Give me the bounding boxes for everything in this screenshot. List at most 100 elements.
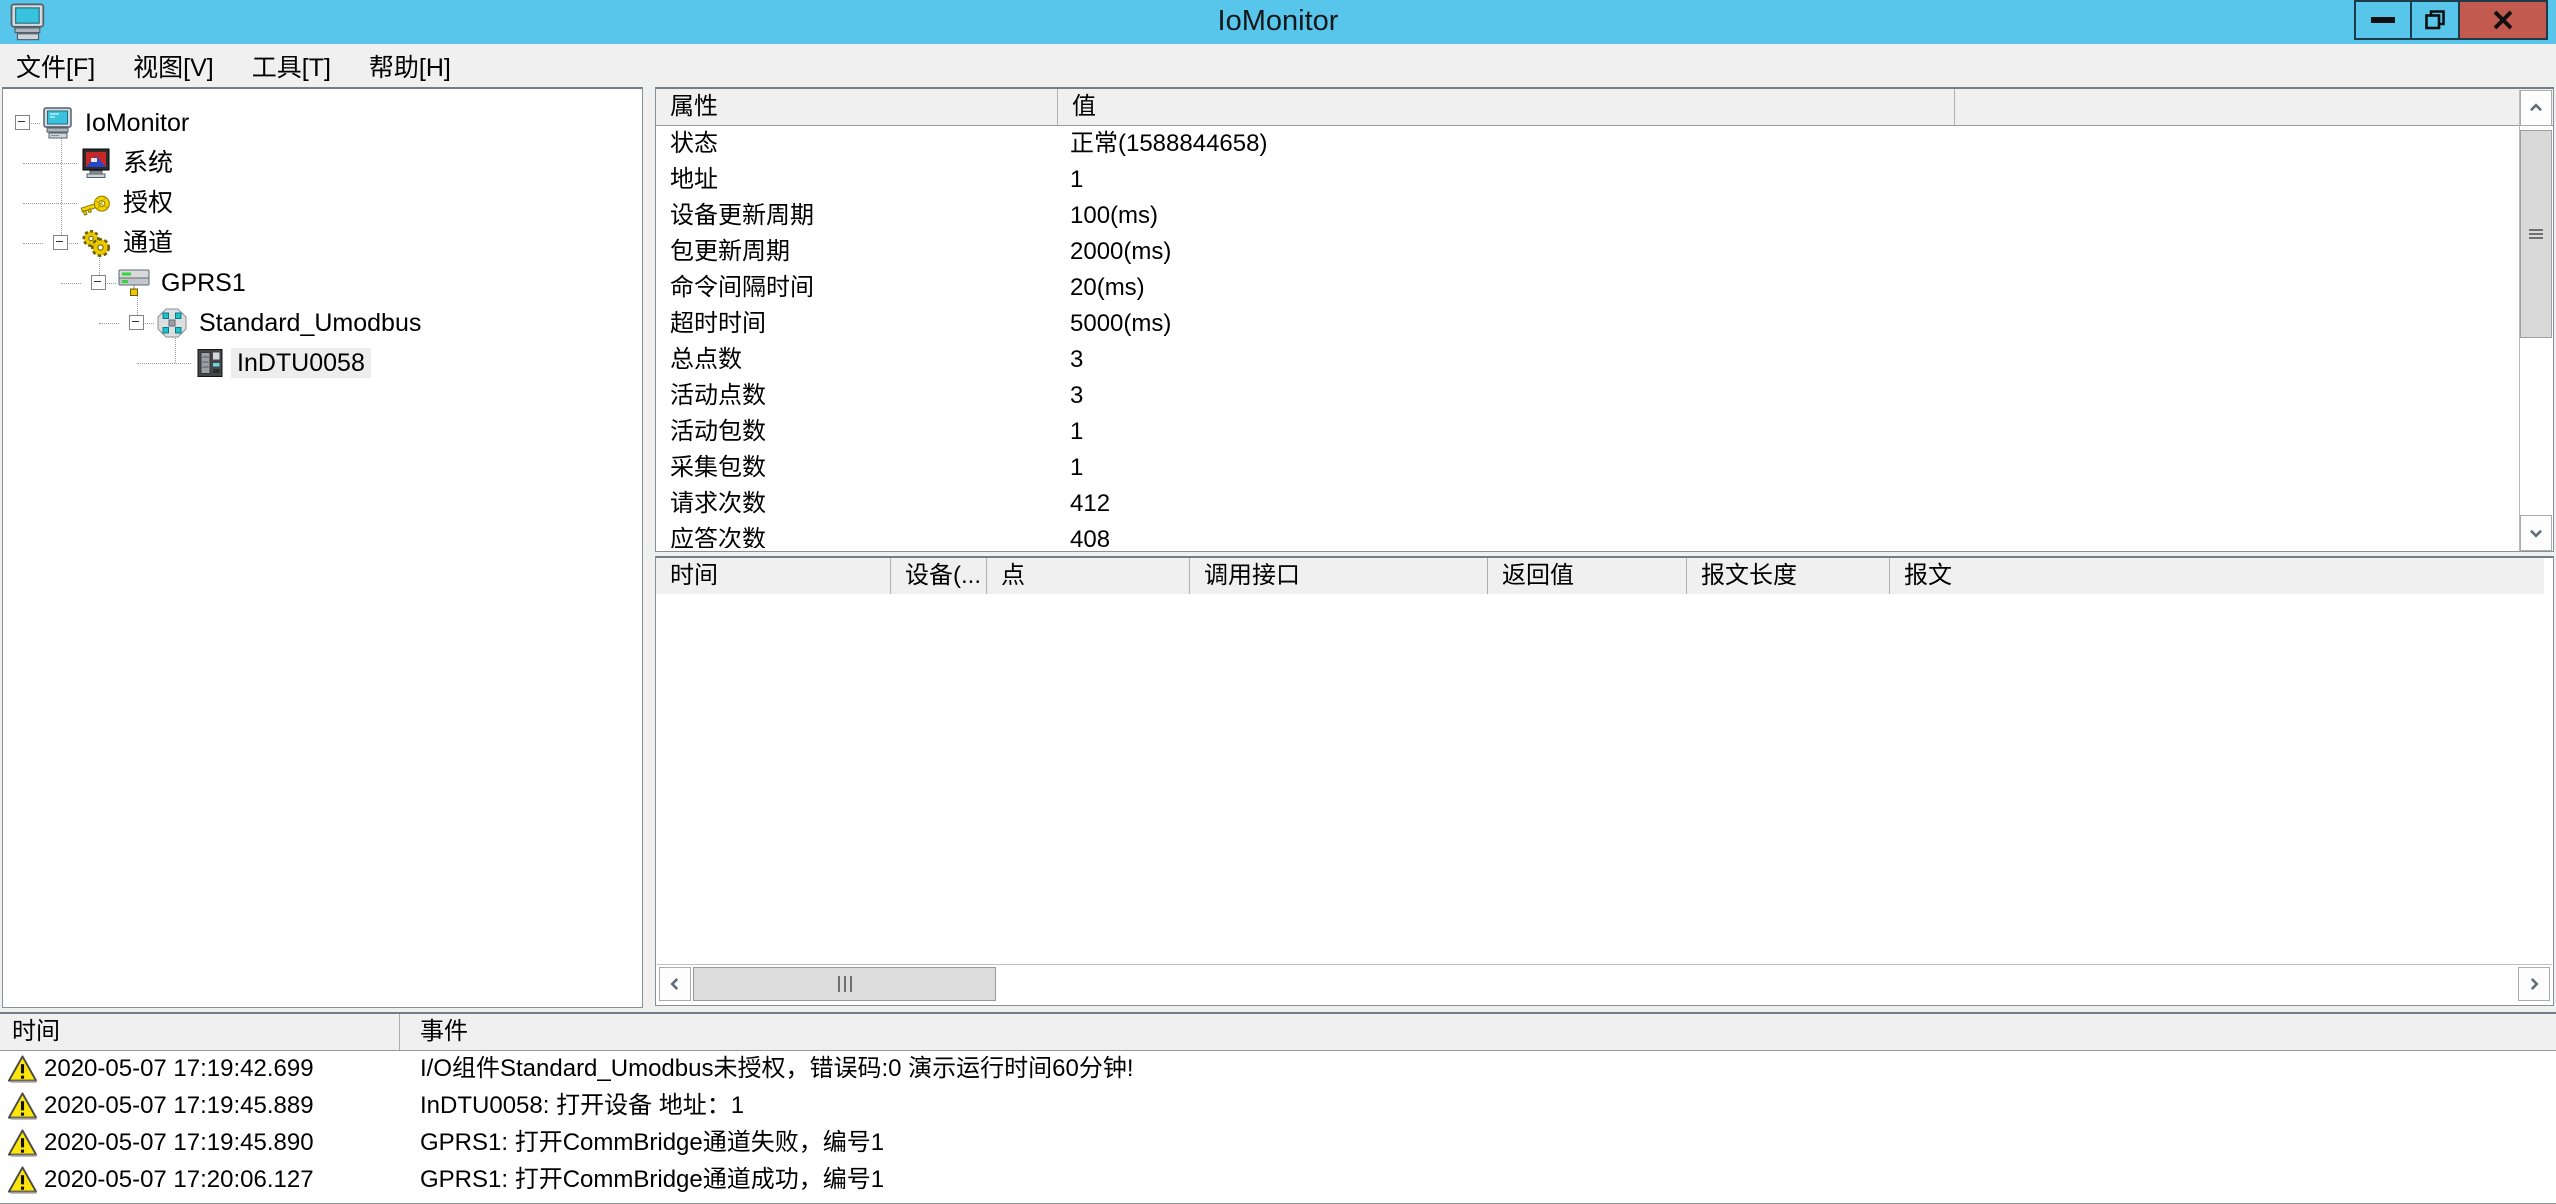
tree-node-label: Standard_Umodbus [193,308,427,338]
property-value: 2000(ms) [1058,234,1171,270]
property-value: 1 [1058,414,1083,450]
tree-node-gprs1[interactable]: GPRS1 [3,263,642,303]
scroll-thumb[interactable] [2520,130,2552,338]
property-name: 超时时间 [656,306,1058,342]
event-header-time[interactable]: 时间 [0,1014,400,1050]
property-row[interactable]: 总点数3 [656,342,2553,378]
chevron-down-icon [2527,524,2545,542]
scroll-thumb[interactable] [693,967,996,1001]
property-row[interactable]: 超时时间5000(ms) [656,306,2553,342]
tree-expand-toggle[interactable] [15,115,30,130]
property-row[interactable]: 设备更新周期100(ms) [656,198,2553,234]
property-row-partial[interactable]: 应答次数408 [656,522,2553,548]
tree-node-channel[interactable]: 通道 [3,223,642,263]
menu-item-tools[interactable]: 工具[T] [248,46,335,86]
event-header-event[interactable]: 事件 [400,1014,2556,1050]
io-header-packet[interactable]: 报文 [1890,558,2544,594]
property-name: 活动包数 [656,414,1058,450]
tree-expand-toggle[interactable] [53,235,68,250]
menu-item-help[interactable]: 帮助[H] [365,46,455,86]
minus-icon [18,121,25,122]
tree-node-license[interactable]: 授权 [3,183,642,223]
event-log-row[interactable]: 2020-05-07 17:19:45.889 InDTU0058: 打开设备 地… [0,1088,2556,1125]
property-row[interactable]: 状态正常(1588844658) [656,126,2553,162]
properties-header: 属性 值 [656,89,2553,126]
io-header-interface[interactable]: 调用接口 [1190,558,1488,594]
property-value: 1 [1058,162,1083,198]
event-time: 2020-05-07 17:19:45.890 [44,1125,314,1161]
chevron-up-icon [2527,99,2545,117]
io-header-point[interactable]: 点 [987,558,1190,594]
event-text: GPRS1: 打开CommBridge通道成功，编号1 [420,1162,884,1198]
thumb-grip [836,976,854,992]
tree-node-label: GPRS1 [155,268,252,298]
property-value: 1 [1058,450,1083,486]
tree-node-label: InDTU0058 [231,348,371,378]
event-time: 2020-05-07 17:19:45.889 [44,1088,314,1124]
minus-icon [132,321,139,322]
event-log-row[interactable]: 2020-05-07 17:19:45.890 GPRS1: 打开CommBrid… [0,1125,2556,1162]
tree-connector-line [99,323,119,324]
io-header-device[interactable]: 设备(... [891,558,987,594]
property-row[interactable]: 地址1 [656,162,2553,198]
property-name: 应答次数 [656,522,1058,548]
title-bar: IoMonitor [0,0,2556,44]
tree-expand-toggle[interactable] [129,315,144,330]
tree-node-system[interactable]: 系统 [3,143,642,183]
component-icon [155,306,189,340]
io-horizontal-scrollbar[interactable] [657,964,2552,1003]
tree-node-standard-umodbus[interactable]: Standard_Umodbus [3,303,642,343]
property-row[interactable]: 请求次数412 [656,486,2553,522]
property-value: 3 [1058,342,1083,378]
property-row[interactable]: 命令间隔时间20(ms) [656,270,2553,306]
event-log-header: 时间 事件 [0,1014,2556,1051]
thumb-grip [2529,227,2543,241]
io-header-return-value[interactable]: 返回值 [1488,558,1687,594]
property-row[interactable]: 包更新周期2000(ms) [656,234,2553,270]
event-log-row[interactable]: 2020-05-07 17:19:42.699 I/O组件Standard_Umo… [0,1051,2556,1088]
property-value: 3 [1058,378,1083,414]
tree-node-indtu0058[interactable]: InDTU0058 [3,343,642,383]
scroll-left-button[interactable] [659,967,691,1001]
event-text: InDTU0058: 打开设备 地址：1 [420,1088,744,1124]
tree-expand-toggle[interactable] [91,275,106,290]
scroll-up-button[interactable] [2520,90,2552,126]
minimize-button[interactable] [2354,0,2412,40]
property-name: 请求次数 [656,486,1058,522]
tree-node-iomonitor[interactable]: IoMonitor [3,103,642,143]
properties-vertical-scrollbar[interactable] [2519,90,2552,551]
menu-bar: 文件[F] 视图[V] 工具[T] 帮助[H] [0,44,2556,87]
tree-connector-line [145,323,154,324]
scroll-down-button[interactable] [2520,515,2552,551]
menu-item-file[interactable]: 文件[F] [12,46,99,86]
property-name: 包更新周期 [656,234,1058,270]
gears-icon [79,226,113,260]
event-text: GPRS1: 打开CommBridge通道失败，编号1 [420,1125,884,1161]
key-icon [79,186,113,220]
io-header-packet-length[interactable]: 报文长度 [1687,558,1890,594]
property-row[interactable]: 活动包数1 [656,414,2553,450]
menu-item-view[interactable]: 视图[V] [129,46,218,86]
io-header-time[interactable]: 时间 [656,558,891,594]
event-text: I/O组件Standard_Umodbus未授权，错误码:0 演示运行时间60分… [420,1051,1134,1087]
properties-header-value[interactable]: 值 [1058,89,1955,125]
warning-icon [7,1054,38,1085]
event-time: 2020-05-07 17:19:42.699 [44,1051,314,1087]
properties-header-name[interactable]: 属性 [656,89,1058,125]
restore-button[interactable] [2410,0,2460,40]
device-icon [193,346,227,380]
tree-connector-line [23,163,77,164]
close-button[interactable] [2458,0,2548,40]
property-value: 408 [1058,522,1110,548]
property-name: 设备更新周期 [656,198,1058,234]
chevron-left-icon [666,975,684,993]
property-row[interactable]: 活动点数3 [656,378,2553,414]
property-name: 状态 [656,126,1058,162]
property-value: 5000(ms) [1058,306,1171,342]
event-log-row[interactable]: 2020-05-07 17:20:06.127GPRS1: 打开CommBrid… [0,1162,2556,1199]
properties-rows: 状态正常(1588844658)地址1设备更新周期100(ms)包更新周期200… [656,126,2553,548]
tree-node-label: 系统 [117,148,179,178]
scroll-right-button[interactable] [2518,967,2550,1001]
property-row[interactable]: 采集包数1 [656,450,2553,486]
tree-panel: IoMonitor 系统 授权 通道 GPRS1 [2,87,643,1008]
